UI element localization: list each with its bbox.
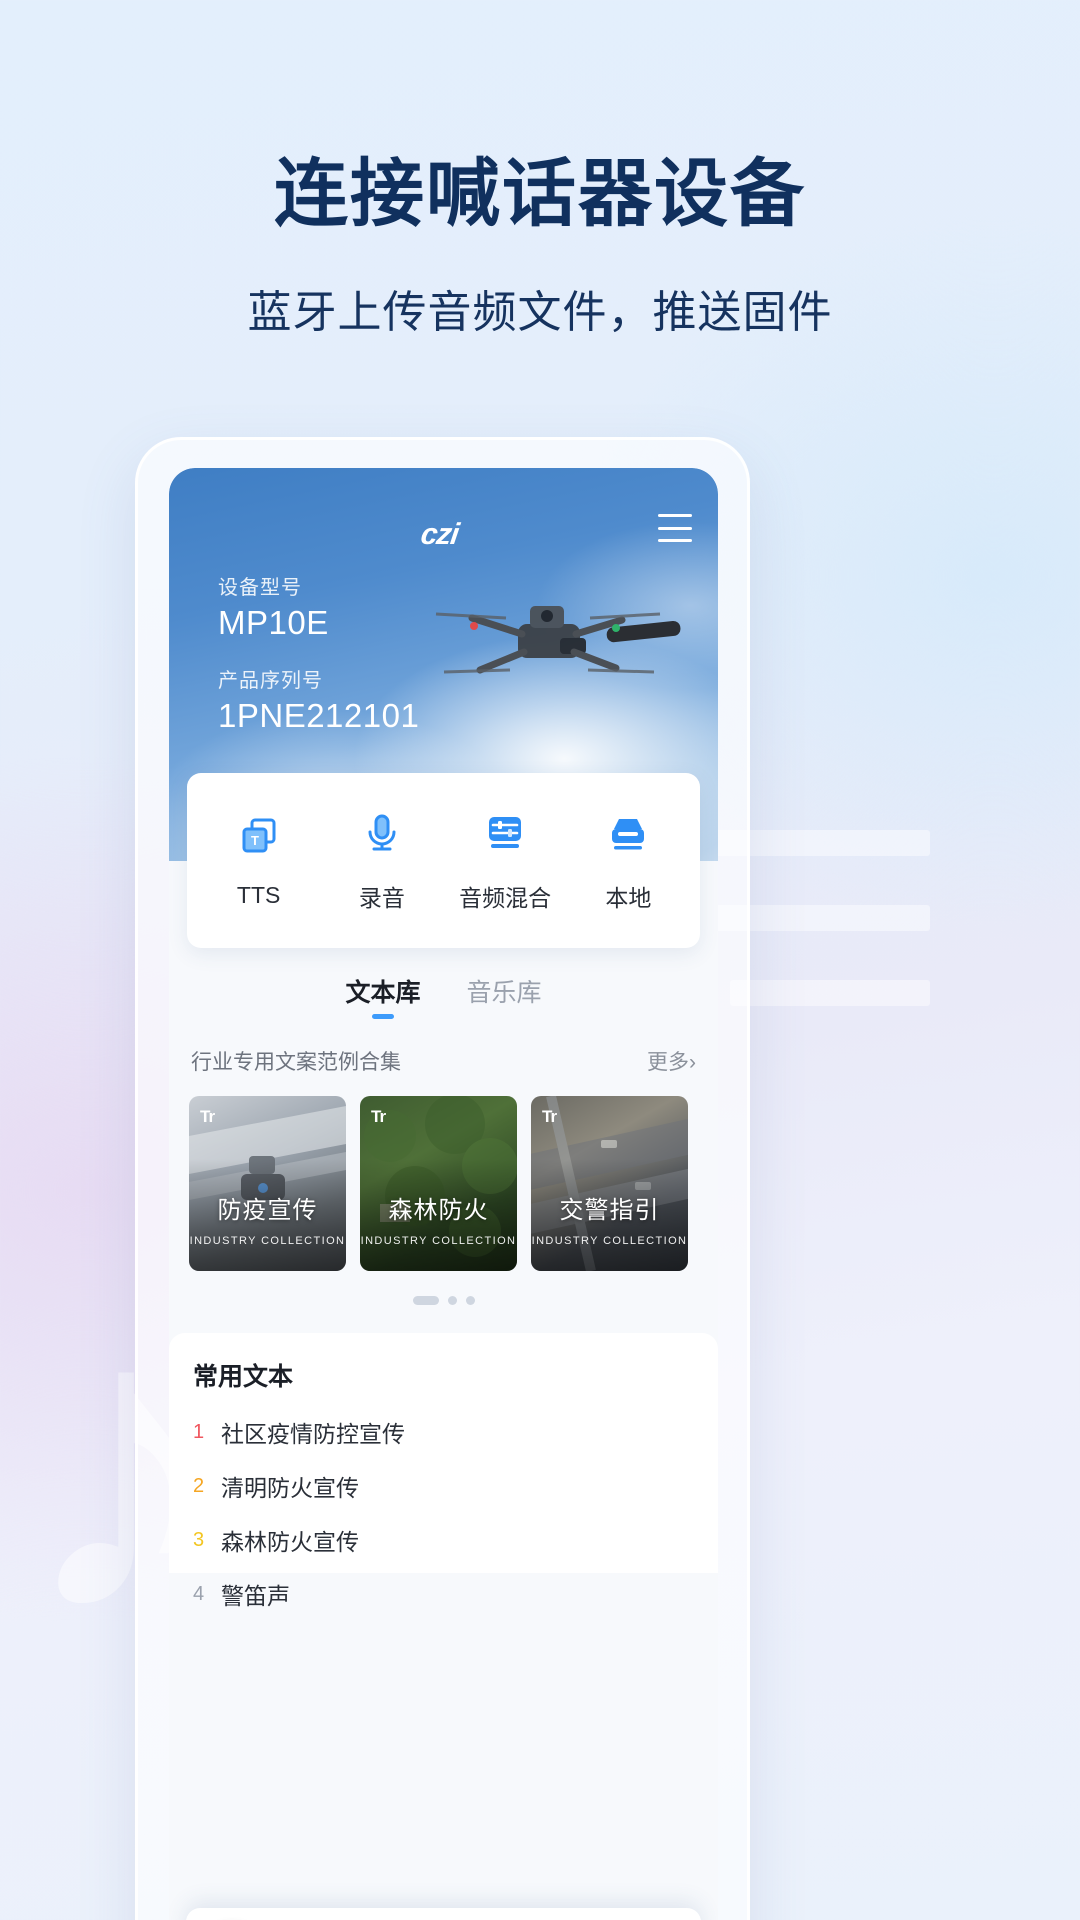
- pagination-dot-active[interactable]: [412, 1296, 439, 1305]
- card-badge-icon: Tr: [371, 1107, 386, 1126]
- section-more-link[interactable]: 更多›: [647, 1046, 696, 1076]
- list-item-label: 清明防火宣传: [221, 1475, 359, 1501]
- card-title: 交警指引: [559, 1197, 660, 1224]
- list-item-index: 1: [193, 1420, 205, 1443]
- list-item[interactable]: 3 森林防火宣传: [193, 1523, 694, 1557]
- collection-card-carousel[interactable]: Tr 防疫宣传 INDUSTRY COLLECTION Tr 森林防火 INDU…: [169, 1096, 718, 1271]
- drone-illustration: [435, 606, 681, 674]
- device-info-block: 设备型号 MP10E 产品序列号 1PNE212101: [218, 571, 419, 757]
- feature-item-tts[interactable]: T TTS: [200, 812, 318, 909]
- feature-shortcut-card: T TTS 录音 音频混合 本地: [187, 773, 700, 948]
- section-title: 行业专用文案范例合集: [191, 1051, 401, 1074]
- common-texts-title: 常用文本: [193, 1363, 294, 1391]
- tab-text-library[interactable]: 文本库: [345, 973, 420, 1019]
- feature-item-audio-mix[interactable]: 音频混合: [446, 809, 564, 913]
- audio-mixer-icon: [446, 809, 564, 857]
- microphone-icon: [323, 809, 441, 857]
- list-item-label: 社区疫情防控宣传: [221, 1421, 405, 1447]
- list-item[interactable]: 2 清明防火宣传: [193, 1469, 694, 1503]
- device-serial-label: 产品序列号: [218, 670, 323, 692]
- feature-item-local[interactable]: 本地: [569, 809, 687, 913]
- list-item-label: 森林防火宣传: [221, 1529, 359, 1555]
- carousel-pagination-dots[interactable]: [169, 1296, 718, 1305]
- section-header: 行业专用文案范例合集 更多›: [169, 1046, 718, 1076]
- collection-card[interactable]: Tr 交警指引 INDUSTRY COLLECTION: [531, 1096, 688, 1271]
- phone-mockup-frame: czi 设备型号 MP10E 产品序列号 1PNE212101 T TTS 录音…: [135, 437, 750, 1920]
- card-subtitle: INDUSTRY COLLECTION: [531, 1235, 688, 1247]
- page-subtitle: 蓝牙上传音频文件，推送固件: [247, 288, 833, 337]
- tab-music-library[interactable]: 音乐库: [467, 973, 542, 1019]
- phone-screen: czi 设备型号 MP10E 产品序列号 1PNE212101 T TTS 录音…: [169, 468, 718, 1920]
- feature-label: 本地: [605, 884, 652, 911]
- device-model-value: MP10E: [218, 604, 329, 641]
- common-texts-panel: 常用文本 1 社区疫情防控宣传 2 清明防火宣传 3 森林防火宣传 4 警笛声: [169, 1333, 718, 1609]
- list-item-label: 警笛声: [221, 1583, 290, 1609]
- card-badge-icon: Tr: [200, 1107, 215, 1126]
- chevron-right-icon: ›: [689, 1051, 696, 1074]
- feature-label: 音频混合: [459, 884, 552, 911]
- background-bar-decoration-3: [730, 980, 930, 1006]
- feature-label: 录音: [358, 884, 405, 911]
- card-subtitle: INDUSTRY COLLECTION: [360, 1235, 517, 1247]
- list-item[interactable]: 4 警笛声: [193, 1577, 694, 1611]
- feature-item-recording[interactable]: 录音: [323, 809, 441, 913]
- pagination-dot[interactable]: [465, 1296, 475, 1305]
- list-item-index: 2: [193, 1474, 205, 1497]
- collection-card[interactable]: Tr 防疫宣传 INDUSTRY COLLECTION: [189, 1096, 346, 1271]
- audio-player-bar: 警笛声 60%: [186, 1908, 701, 1920]
- tts-cards-icon: T: [200, 812, 318, 860]
- list-item[interactable]: 1 社区疫情防控宣传: [193, 1415, 694, 1449]
- card-subtitle: INDUSTRY COLLECTION: [189, 1235, 346, 1247]
- brand-logo: czi: [418, 518, 461, 551]
- list-item-index: 3: [193, 1528, 205, 1551]
- svg-text:T: T: [251, 833, 259, 848]
- feature-label: TTS: [236, 882, 281, 908]
- device-serial-value: 1PNE212101: [218, 697, 420, 734]
- device-model-label: 设备型号: [218, 577, 302, 599]
- section-more-label: 更多: [647, 1051, 689, 1074]
- list-item-index: 4: [193, 1582, 205, 1605]
- hamburger-menu-icon[interactable]: [658, 514, 692, 542]
- card-title: 防疫宣传: [217, 1197, 318, 1224]
- pagination-dot[interactable]: [447, 1296, 457, 1305]
- card-badge-icon: Tr: [542, 1107, 557, 1126]
- card-title: 森林防火: [388, 1197, 489, 1224]
- local-storage-icon: [569, 809, 687, 857]
- library-tabbar: 文本库 音乐库: [169, 973, 718, 1023]
- collection-card[interactable]: Tr 森林防火 INDUSTRY COLLECTION: [360, 1096, 517, 1271]
- page-title: 连接喊话器设备: [274, 152, 806, 235]
